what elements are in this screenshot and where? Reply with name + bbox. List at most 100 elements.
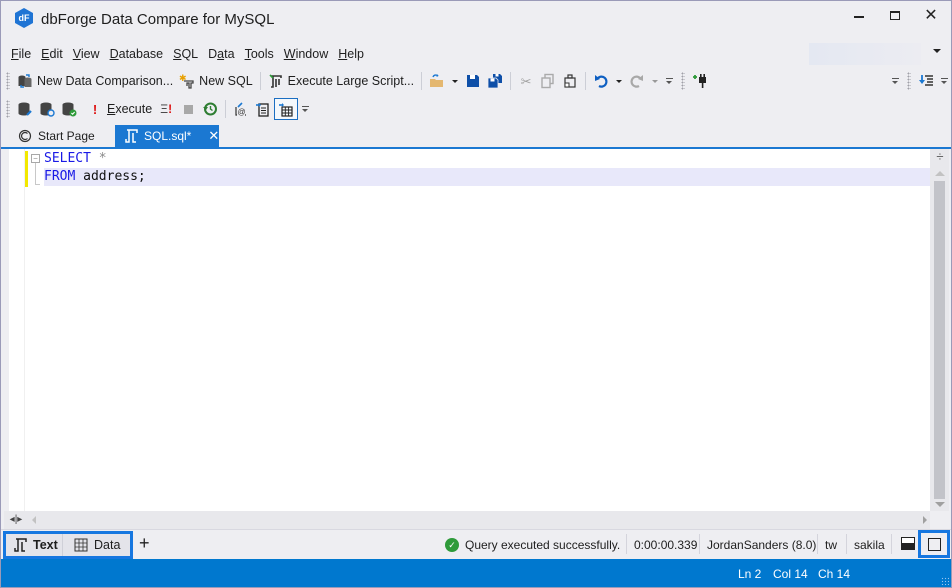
minimize-icon bbox=[854, 16, 864, 18]
toolbar-grip[interactable] bbox=[681, 72, 686, 90]
new-sql-icon: ✱ bbox=[179, 73, 195, 89]
tab-label: Start Page bbox=[38, 129, 95, 143]
undo-icon bbox=[593, 73, 609, 89]
redo-icon bbox=[629, 73, 645, 89]
tab-start-page[interactable]: Start Page bbox=[9, 125, 103, 147]
toolbar-overflow-icon[interactable] bbox=[664, 78, 674, 84]
open-file-dropdown-icon[interactable] bbox=[452, 79, 459, 83]
menu-mnemonic: W bbox=[283, 47, 296, 61]
scroll-right-arrow-icon[interactable] bbox=[923, 516, 927, 524]
fold-toggle-icon[interactable]: − bbox=[31, 154, 40, 163]
success-check-icon: ✓ bbox=[445, 538, 459, 552]
horizontal-scrollbar[interactable]: ◂|▸ bbox=[4, 511, 930, 529]
save-button[interactable] bbox=[462, 70, 484, 92]
keyword-token: FROM bbox=[44, 169, 76, 184]
menu-edit[interactable]: Edit bbox=[36, 47, 68, 61]
svg-text:@: @ bbox=[238, 108, 246, 117]
scroll-down-arrow-icon[interactable] bbox=[935, 502, 945, 507]
minimize-button[interactable] bbox=[844, 5, 874, 25]
close-button[interactable]: ✕ bbox=[916, 5, 946, 25]
database-edit-icon bbox=[17, 101, 33, 117]
data-view-button[interactable]: Data bbox=[63, 534, 130, 556]
refresh-connection-button[interactable] bbox=[36, 98, 58, 120]
quick-search-box[interactable] bbox=[809, 43, 921, 65]
add-view-button[interactable]: + bbox=[139, 533, 150, 554]
stop-execution-button[interactable] bbox=[177, 98, 199, 120]
save-icon bbox=[465, 73, 481, 89]
menu-overflow-arrow-icon[interactable] bbox=[933, 49, 941, 53]
toolbar-separator bbox=[585, 72, 587, 90]
redo-dropdown-icon[interactable] bbox=[652, 79, 659, 83]
execute-button[interactable]: ! Execute bbox=[84, 98, 155, 120]
vertical-scrollbar[interactable]: ÷ bbox=[930, 149, 949, 511]
toolbar-grip[interactable] bbox=[6, 72, 10, 90]
new-sql-button[interactable]: ✱ New SQL bbox=[176, 70, 256, 92]
database-name[interactable]: sakila bbox=[854, 535, 885, 555]
line-indicator: Ln 2 bbox=[738, 567, 762, 581]
toggle-results-pane-icon[interactable] bbox=[901, 537, 915, 550]
menu-file[interactable]: File bbox=[6, 47, 36, 61]
execute-current-statement-button[interactable]: Ξ! bbox=[155, 98, 177, 120]
tab-sql-document[interactable]: SQL.sql* ✕ bbox=[115, 125, 219, 147]
menu-window[interactable]: Window bbox=[279, 47, 333, 61]
menu-data[interactable]: Data bbox=[203, 47, 239, 61]
new-connection-button[interactable] bbox=[689, 70, 711, 92]
open-file-button[interactable] bbox=[426, 70, 448, 92]
menu-help[interactable]: Help bbox=[333, 47, 369, 61]
paste-icon bbox=[562, 73, 578, 89]
split-editor-icon[interactable]: ÷ bbox=[933, 150, 947, 165]
connection-name[interactable]: JordanSanders (8.0) bbox=[707, 535, 816, 555]
toolbar-overflow-icon[interactable] bbox=[939, 78, 949, 84]
copy-button[interactable] bbox=[537, 70, 559, 92]
toolbar-grip[interactable] bbox=[907, 72, 911, 90]
text-view-button[interactable]: Text bbox=[6, 534, 63, 556]
vertical-scroll-thumb[interactable] bbox=[934, 181, 945, 499]
redo-button[interactable] bbox=[626, 70, 648, 92]
toolbar-overflow-icon[interactable] bbox=[890, 78, 900, 84]
undo-button[interactable] bbox=[590, 70, 612, 92]
menu-tools[interactable]: Tools bbox=[240, 47, 279, 61]
tab-label: SQL.sql* bbox=[144, 129, 192, 143]
operator-token: * bbox=[90, 151, 107, 166]
close-tab-icon[interactable]: ✕ bbox=[208, 128, 219, 144]
resize-grip-icon[interactable] bbox=[941, 577, 949, 585]
menu-label-part: D bbox=[208, 47, 218, 61]
sql-editor[interactable]: − SELECT * FROM address; bbox=[9, 149, 930, 511]
maximize-button[interactable] bbox=[880, 5, 910, 25]
new-data-comparison-button[interactable]: New Data Comparison... bbox=[14, 70, 176, 92]
menu-mnemonic: D bbox=[109, 47, 119, 61]
results-to-grid-button[interactable] bbox=[274, 98, 299, 120]
edit-connection-button[interactable] bbox=[14, 98, 36, 120]
cut-icon: ✂ bbox=[520, 73, 532, 89]
maximize-editor-button[interactable] bbox=[918, 530, 950, 558]
scroll-left-arrow-icon[interactable] bbox=[32, 516, 36, 524]
status-separator bbox=[891, 534, 892, 554]
test-connection-button[interactable] bbox=[58, 98, 80, 120]
query-parameters-button[interactable]: @ bbox=[230, 98, 252, 120]
editor-gutter bbox=[9, 149, 25, 511]
menu-database[interactable]: Database bbox=[105, 47, 169, 61]
status-message: Query executed successfully. bbox=[465, 538, 621, 552]
paste-button[interactable] bbox=[559, 70, 581, 92]
undo-dropdown-icon[interactable] bbox=[616, 79, 623, 83]
column-indicator: Col 14 bbox=[773, 567, 808, 581]
scroll-up-arrow-icon[interactable] bbox=[935, 171, 945, 176]
execute-current-icon: Ξ! bbox=[160, 102, 173, 116]
execution-history-button[interactable] bbox=[199, 98, 221, 120]
menu-sql[interactable]: SQL bbox=[168, 47, 203, 61]
code-line-current[interactable]: FROM address; bbox=[44, 168, 930, 186]
menu-view[interactable]: View bbox=[68, 47, 105, 61]
horizontal-split-icon[interactable]: ◂|▸ bbox=[9, 513, 23, 527]
database-refresh-icon bbox=[39, 101, 55, 117]
save-all-button[interactable] bbox=[484, 70, 506, 92]
copy-icon bbox=[540, 73, 556, 89]
cut-button[interactable]: ✂ bbox=[515, 70, 537, 92]
results-to-text-button[interactable] bbox=[252, 98, 274, 120]
code-line[interactable]: SELECT * bbox=[44, 150, 930, 168]
execute-large-script-button[interactable]: Execute Large Script... bbox=[265, 70, 417, 92]
server-name[interactable]: tw bbox=[825, 535, 837, 555]
toolbar-overflow-icon[interactable] bbox=[300, 106, 310, 112]
menu-bar: File Edit View Database SQL Data Tools Window He… bbox=[1, 44, 369, 64]
toolbar-grip[interactable] bbox=[6, 100, 10, 118]
format-document-button[interactable] bbox=[915, 70, 937, 92]
